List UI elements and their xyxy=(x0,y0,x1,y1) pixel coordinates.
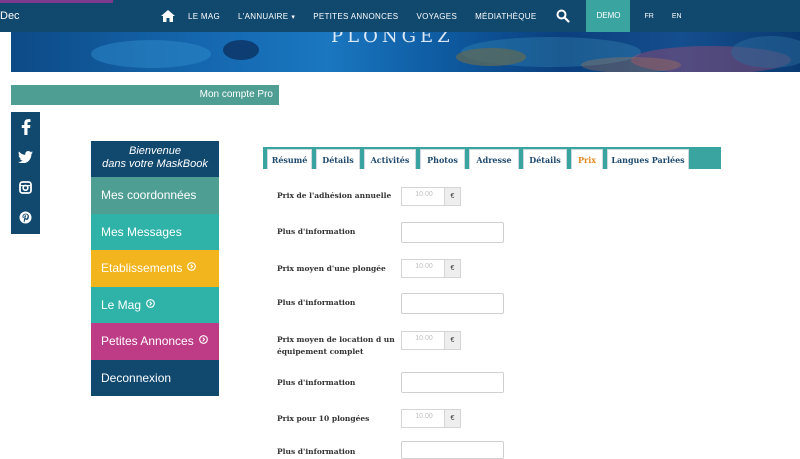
demo-button[interactable]: DEMO xyxy=(586,0,631,32)
info-input-location[interactable] xyxy=(401,372,504,393)
sidebar-item-label: Etablissements xyxy=(101,261,183,276)
tab-accent-stripe xyxy=(0,0,113,3)
tab-langues-parlees[interactable]: Langues Parlées xyxy=(607,149,689,169)
tab-details[interactable]: Détails xyxy=(316,149,360,169)
social-links xyxy=(11,112,40,234)
twitter-icon[interactable] xyxy=(11,145,40,169)
sidebar-item-deconnexion[interactable]: Deconnexion xyxy=(91,359,219,396)
sidebar-item-label: Mes coordonnées xyxy=(101,188,197,203)
tab-activites[interactable]: Activités xyxy=(364,149,416,169)
arrow-circle-icon xyxy=(146,298,155,311)
price-value: 10.00 xyxy=(415,413,433,420)
info-input-adhesion[interactable] xyxy=(401,222,504,243)
sidebar-item-mes-coordonnees[interactable]: Mes coordonnées xyxy=(91,177,219,214)
deconnexion-tab[interactable]: Dec xyxy=(0,0,113,32)
chevron-down-icon: ▾ xyxy=(291,13,296,21)
price-field-location[interactable]: 10.00 € xyxy=(401,331,461,350)
info-input-10-plongees[interactable] xyxy=(401,441,504,459)
sidebar-item-petites-annonces[interactable]: Petites Annonces xyxy=(91,323,219,360)
pinterest-icon[interactable] xyxy=(11,205,40,229)
sidebar-item-label: Le Mag xyxy=(101,297,142,312)
nav-annuaire-label: L'ANNUAIRE xyxy=(238,11,289,21)
arrow-circle-icon xyxy=(187,262,197,274)
profile-tabs: Résumé Détails Activités Photos Adresse … xyxy=(263,147,721,169)
label-prix-location: Prix moyen de location d un équipement c… xyxy=(277,335,395,356)
tab-prix[interactable]: Prix xyxy=(571,149,603,169)
search-icon[interactable] xyxy=(556,9,571,23)
account-sidebar: Bienvenue dans votre MaskBook Mes coordo… xyxy=(91,141,219,396)
sidebar-welcome: Bienvenue dans votre MaskBook xyxy=(91,141,219,177)
compte-pro-label: Mon compte Pro xyxy=(199,89,273,100)
lang-fr[interactable]: FR xyxy=(644,13,653,20)
sidebar-item-etablissements[interactable]: Etablissements xyxy=(91,250,219,287)
deconnexion-label: Dec xyxy=(0,10,20,22)
sidebar-item-label: Mes Messages xyxy=(101,224,182,239)
tab-photos[interactable]: Photos xyxy=(420,149,465,169)
nav-menu: LE MAG L'ANNUAIRE ▾ PETITES ANNONCES VOYA… xyxy=(160,0,700,32)
nav-annuaire[interactable]: L'ANNUAIRE ▾ xyxy=(238,12,295,21)
label-plus-information: Plus d'information xyxy=(277,227,356,236)
label-prix-plongee: Prix moyen d'une plongée xyxy=(277,264,386,273)
hero-logo-text: PLONGEZ xyxy=(331,32,454,47)
price-field-10-plongees[interactable]: 10.00 € xyxy=(401,409,461,428)
compte-pro-bar: Mon compte Pro xyxy=(11,85,279,105)
nav-mediatheque[interactable]: MÉDIATHÈQUE xyxy=(475,12,536,21)
euro-addon: € xyxy=(444,260,460,277)
home-icon[interactable] xyxy=(160,9,176,23)
nav-voyages[interactable]: VOYAGES xyxy=(416,12,457,21)
price-value: 10.00 xyxy=(415,335,433,342)
lang-en[interactable]: EN xyxy=(672,13,682,20)
instagram-icon[interactable] xyxy=(11,175,40,199)
info-input-plongee[interactable] xyxy=(401,293,504,314)
sidebar-item-label: Deconnexion xyxy=(101,370,172,385)
euro-addon: € xyxy=(444,410,460,427)
price-value: 10.00 xyxy=(415,191,433,198)
hero-banner: PLONGEZ xyxy=(11,32,800,72)
label-prix-10-plongees: Prix pour 10 plongées xyxy=(277,414,370,423)
label-plus-information: Plus d'information xyxy=(277,447,356,456)
label-prix-adhesion: Prix de l'adhésion annuelle xyxy=(277,191,392,200)
sidebar-item-le-mag[interactable]: Le Mag xyxy=(91,286,219,323)
tab-details-2[interactable]: Détails xyxy=(523,149,567,169)
sidebar-item-mes-messages[interactable]: Mes Messages xyxy=(91,213,219,250)
tab-adresse[interactable]: Adresse xyxy=(469,149,519,169)
price-value: 10.00 xyxy=(415,263,433,270)
price-field-plongee[interactable]: 10.00 € xyxy=(401,259,461,278)
nav-le-mag[interactable]: LE MAG xyxy=(188,12,220,21)
arrow-circle-icon xyxy=(198,335,208,347)
top-navbar: Dec LE MAG L'ANNUAIRE ▾ PETITES ANNONCES … xyxy=(0,0,800,32)
welcome-line-1: Bienvenue xyxy=(129,145,181,157)
label-plus-information: Plus d'information xyxy=(277,298,356,307)
price-field-adhesion[interactable]: 10.00 € xyxy=(401,187,461,206)
sidebar-item-label: Petites Annonces xyxy=(101,334,194,349)
facebook-icon[interactable] xyxy=(11,115,40,139)
label-plus-information: Plus d'information xyxy=(277,378,356,387)
nav-petites-annonces[interactable]: PETITES ANNONCES xyxy=(313,12,398,21)
welcome-line-2: dans votre MaskBook xyxy=(102,158,208,170)
euro-addon: € xyxy=(444,332,460,349)
tab-resume[interactable]: Résumé xyxy=(267,149,312,169)
euro-addon: € xyxy=(444,188,460,205)
